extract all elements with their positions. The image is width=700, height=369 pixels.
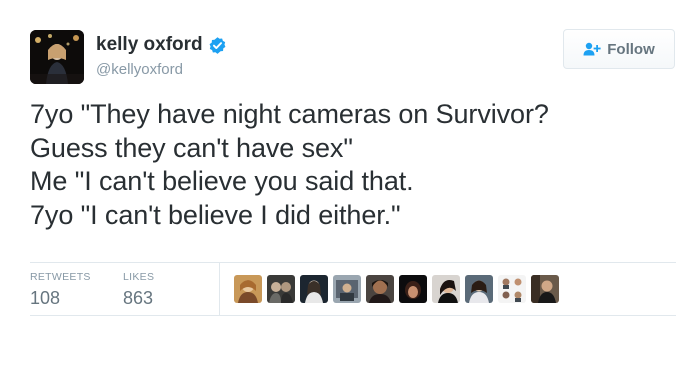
liker-avatar[interactable] <box>267 275 295 303</box>
user-handle[interactable]: @kellyoxford <box>96 61 183 79</box>
liker-avatar[interactable] <box>399 275 427 303</box>
likers-list <box>234 275 559 303</box>
tweet-line: Guess they can't have sex" <box>30 132 353 163</box>
likes-label: LIKES <box>123 271 155 283</box>
retweets-count: 108 <box>30 288 61 308</box>
name-row: kelly oxford <box>96 34 227 56</box>
tweet-text: 7yo "They have night cameras on Survivor… <box>30 98 670 232</box>
tweet-line: 7yo "They have night cameras on Survivor… <box>30 99 549 129</box>
stats-divider <box>219 263 220 316</box>
likes-count: 863 <box>123 288 154 308</box>
tweet-line: 7yo "I can't believe I did either." <box>30 199 401 230</box>
liker-avatar[interactable] <box>432 275 460 303</box>
display-name[interactable]: kelly oxford <box>96 34 203 56</box>
likes-stat[interactable]: LIKES 863 <box>123 271 154 308</box>
add-user-icon <box>583 42 601 56</box>
tweet-stats: RETWEETS 108 LIKES 863 <box>30 262 676 316</box>
liker-avatar[interactable] <box>498 275 526 303</box>
retweets-stat[interactable]: RETWEETS 108 <box>30 271 91 308</box>
liker-avatar[interactable] <box>234 275 262 303</box>
retweets-label: RETWEETS <box>30 271 91 283</box>
avatar[interactable] <box>30 30 84 84</box>
liker-avatar[interactable] <box>366 275 394 303</box>
liker-avatar[interactable] <box>300 275 328 303</box>
follow-label: Follow <box>607 40 655 58</box>
tweet-card: kelly oxford @kellyoxford Follow 7yo "Th… <box>0 0 700 369</box>
follow-button[interactable]: Follow <box>563 29 675 69</box>
liker-avatar[interactable] <box>465 275 493 303</box>
liker-avatar[interactable] <box>333 275 361 303</box>
liker-avatar[interactable] <box>531 275 559 303</box>
verified-badge-icon <box>208 36 227 55</box>
tweet-line: Me "I can't believe you said that. <box>30 166 414 196</box>
